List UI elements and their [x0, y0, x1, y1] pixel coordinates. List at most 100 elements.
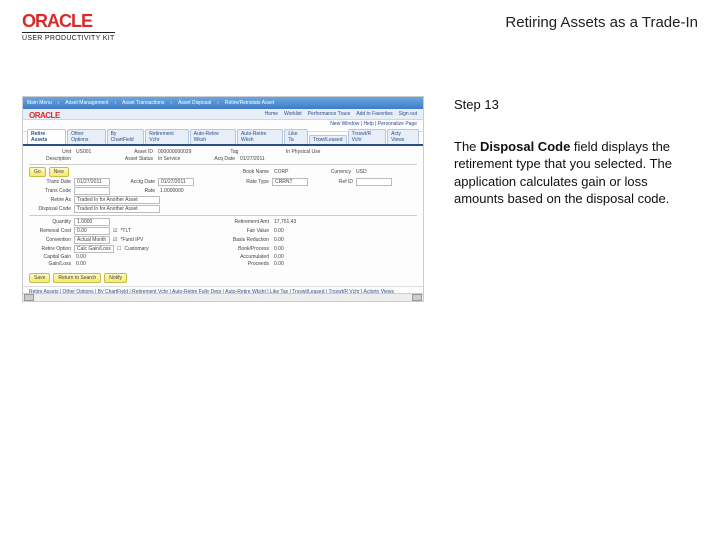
accum-label: Accumulated [227, 254, 269, 260]
rate-value: 1.0000000 [158, 188, 192, 194]
breadcrumb-bar: Main Menu› Asset Management› Asset Trans… [23, 97, 423, 109]
transdate-label: Trans Date [29, 179, 71, 185]
oracle-logo: ORACLE [22, 12, 115, 30]
status-value: In Service [156, 156, 190, 162]
tab-autoretire1[interactable]: Auto-Retire Wksh [190, 129, 236, 144]
notify-button[interactable]: Notify [104, 273, 127, 283]
rate-label: Rate [113, 188, 155, 194]
accum-value: 0.00 [272, 254, 306, 260]
retireas-field[interactable]: Traded In for Another Asset [74, 196, 160, 204]
assetid-value: 000000000029 [156, 149, 193, 155]
nav-worklist[interactable]: Worklist [284, 111, 302, 117]
tab-trx-leased[interactable]: Trxwt/Leased [309, 135, 347, 144]
new-button[interactable]: New [49, 167, 69, 177]
customary-checkbox[interactable]: ☐ [117, 246, 121, 252]
transcode-field[interactable] [74, 187, 110, 195]
acqdate-label: Acq Date [193, 156, 235, 162]
currency-label: Currency [309, 169, 351, 175]
quantity-field[interactable]: 1.0000 [74, 218, 110, 226]
acqdate-value: 01/27/2011 [238, 156, 272, 162]
breadcrumb: Asset Management [65, 100, 108, 106]
breadcrumb: Retire/Reinstate Asset [225, 100, 274, 106]
brand-block: ORACLE USER PRODUCTIVITY KIT [22, 12, 115, 42]
para-lead: The [454, 139, 480, 154]
retireopt-field[interactable]: Calc Gain/Loss [74, 245, 114, 253]
breadcrumb: Asset Disposal [178, 100, 211, 106]
nav-home[interactable]: Home [265, 111, 278, 117]
tab-ret-vchr[interactable]: Retirement Vchr [145, 129, 188, 144]
tag-value [241, 149, 275, 155]
transdate-field[interactable]: 01/27/2011 [74, 178, 110, 186]
topnav: Home Worklist Performance Trace Add to F… [23, 109, 423, 120]
tag-label: Tag [196, 149, 238, 155]
breadcrumb: Main Menu [27, 100, 52, 106]
retireamt-label: Retirement Amt [227, 219, 269, 225]
step-heading: Step 13 [454, 96, 686, 114]
app-screenshot: Main Menu› Asset Management› Asset Trans… [22, 96, 424, 302]
ipd-label: In Physical Use [278, 149, 320, 155]
ratetype-label: Rate Type [227, 179, 269, 185]
book-value: CORP [272, 169, 306, 175]
tlt-label: *TLT [120, 228, 162, 234]
tlt-checkbox[interactable]: ☑ [113, 228, 117, 234]
removal-field[interactable]: 0.00 [74, 227, 110, 235]
fund-label: *Fund IPV [120, 237, 162, 243]
tab-autoretire2[interactable]: Auto-Retire Wksh [237, 129, 283, 144]
fairval-value: 0.00 [272, 228, 306, 234]
acctdate-label: Acctg Date [113, 179, 155, 185]
refid-label: Ref ID [311, 179, 353, 185]
blproc-value: 0.00 [272, 246, 306, 252]
tab-retire-assets[interactable]: Retire Assets [27, 129, 66, 144]
retireopt-label: Retire Option [29, 246, 71, 252]
convention-label: Convention [29, 237, 71, 243]
go-button[interactable]: Go [29, 167, 46, 177]
scroll-left-icon[interactable] [24, 294, 34, 301]
tabstrip: Retire Assets Other Options By ChartFiel… [23, 132, 423, 146]
tab-other-options[interactable]: Other Options [67, 129, 105, 144]
capgain-label: Capital Gain [29, 254, 71, 260]
basisred-label: Basis Reduction [227, 237, 269, 243]
capgain-value: 0.00 [74, 254, 108, 260]
blproc-label: Book/Process [227, 246, 269, 252]
app-logo: ORACLE [29, 111, 60, 120]
instruction-panel: Step 13 The Disposal Code field displays… [454, 96, 686, 208]
retireas-label: Retire As [29, 197, 71, 203]
convention-field[interactable]: Actual Month [74, 236, 110, 244]
page-title: Retiring Assets as a Trade-In [505, 14, 698, 31]
ratetype-field[interactable]: CRRNT [272, 178, 308, 186]
status-label: Asset Status [111, 156, 153, 162]
breadcrumb: Asset Transactions [122, 100, 164, 106]
desc-value [74, 156, 108, 162]
tab-trx-vchr[interactable]: Trxswt/R Vchr [348, 129, 387, 144]
currency-value: USD [354, 169, 388, 175]
unit-value: US001 [74, 149, 108, 155]
save-button[interactable]: Save [29, 273, 50, 283]
transcode-label: Trans Code [29, 188, 71, 194]
gainloss-label: Gain/Loss [29, 261, 71, 267]
tab-liketax[interactable]: Like Ta [284, 129, 307, 144]
acctdate-field[interactable]: 01/27/2011 [158, 178, 194, 186]
disposal-label: Disposal Code [29, 206, 71, 212]
quantity-label: Quantity [29, 219, 71, 225]
fairval-label: Fair Value [227, 228, 269, 234]
return-button[interactable]: Return to Search [53, 273, 101, 283]
instruction-text: The Disposal Code field displays the ret… [454, 138, 686, 208]
nav-signout[interactable]: Sign out [399, 111, 417, 117]
disposal-code-field[interactable]: Traded In for Another Asset [74, 205, 160, 213]
nav-perftrace[interactable]: Performance Trace [308, 111, 351, 117]
refid-field[interactable] [356, 178, 392, 186]
proceeds-label: Proceeds [227, 261, 269, 267]
proceeds-value: 0.00 [272, 261, 306, 267]
customary-label: Customary [124, 246, 166, 252]
retireamt-value: 17,751.43 [272, 219, 306, 225]
tab-activity[interactable]: Acty Views [387, 129, 419, 144]
scroll-right-icon[interactable] [412, 294, 422, 301]
tab-chartfield[interactable]: By ChartField [107, 129, 145, 144]
fund-checkbox[interactable]: ☑ [113, 237, 117, 243]
assetid-label: Asset ID [111, 149, 153, 155]
desc-label: Description [29, 156, 71, 162]
gainloss-value: 0.00 [74, 261, 108, 267]
para-bold: Disposal Code [480, 139, 570, 154]
horizontal-scrollbar[interactable] [23, 293, 423, 301]
nav-favorites[interactable]: Add to Favorites [356, 111, 392, 117]
